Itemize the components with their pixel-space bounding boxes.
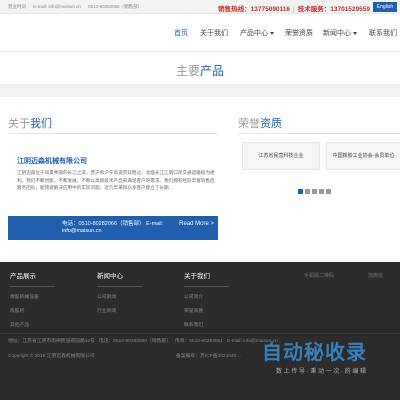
wechat-label: 加微信	[368, 273, 384, 279]
footer-col-news: 新闻中心 公司新闻 行业新闻	[97, 270, 142, 321]
footer-col-products: 产品展示 橡胶机械设备 炼胶机 其他产品	[10, 270, 55, 335]
nav-about[interactable]: 关于我们	[200, 28, 228, 38]
company-name: 江阴迈森机械有限公司	[17, 158, 87, 165]
nav-honors[interactable]: 荣誉资质	[285, 28, 313, 38]
watermark: 自动秘收录 数 上 传 导 · 秉 动 一 次 · 的 编 辑	[262, 336, 400, 380]
footer-col-title: 产品展示	[10, 273, 36, 280]
footer-link[interactable]: 联系我们	[184, 321, 229, 328]
about-text: 江阴迈森位于风景秀丽的长江之滨，苏沪和沪宁高速贯穿而过，北临长江江阴口岸交通运输…	[17, 170, 215, 191]
footer-col-title: 关于我们	[184, 273, 210, 280]
carousel-dots	[298, 181, 333, 199]
footer-col-about: 关于我们 公司简介 荣誉资质 联系我们	[184, 270, 229, 335]
nav-products[interactable]: 产品中心	[240, 28, 274, 38]
honor-card[interactable]: 江苏省民营科技企业	[242, 142, 320, 170]
mobile-qr-label: 手机版二维码	[304, 273, 335, 279]
top-email[interactable]: E-mail: info@maisun.cn	[33, 4, 81, 9]
top-bar: 营业时间 E-mail: info@maisun.cn 0510-8028206…	[0, 0, 400, 14]
chevron-down-icon	[270, 31, 274, 35]
nav-news-label: 新闻中心	[323, 30, 351, 37]
footer-col-divider	[10, 286, 55, 287]
nav-home[interactable]: 首页	[174, 28, 188, 38]
footer-col-divider	[184, 286, 229, 287]
hotline-label: 销售热线：	[218, 6, 251, 13]
top-phone: 0510-80282066（销售部）	[88, 4, 143, 9]
about-divider	[8, 133, 218, 134]
carousel-dot[interactable]	[326, 189, 331, 194]
tech-label: 技术服务：	[297, 6, 331, 13]
carousel-dot[interactable]	[319, 189, 324, 194]
nav-divider	[0, 51, 400, 52]
footer-col-divider	[97, 286, 142, 287]
honor-title-plain: 荣誉	[238, 118, 260, 130]
nav-news[interactable]: 新闻中心	[323, 28, 357, 38]
watermark-tagline: 数 上 传 导 · 秉 动 一 次 · 的 编 辑	[276, 369, 367, 375]
tech-number[interactable]: 13701529559	[330, 6, 370, 13]
footer-link[interactable]: 其他产品	[10, 321, 55, 328]
footer-divider	[0, 333, 400, 334]
nav-contact[interactable]: 联系我们	[369, 28, 397, 38]
business-hours: 营业时间	[8, 4, 26, 9]
footer-link[interactable]: 公司简介	[184, 293, 229, 300]
chevron-down-icon	[353, 31, 357, 35]
about-section-title: 关于我们	[8, 115, 52, 131]
honor-card[interactable]: 中国橡胶工业协会-会员单位	[326, 142, 400, 170]
carousel-dot[interactable]	[312, 189, 317, 194]
honor-title-em: 资质	[260, 118, 282, 130]
products-title-plain: 主要	[175, 64, 200, 78]
footer-link[interactable]: 公司新闻	[97, 293, 142, 300]
footer-fax: 传真：0510-80282061	[174, 339, 223, 344]
contact-bar: 电话：0510-80282066（销售部） E-mail: info@maisu…	[8, 216, 218, 240]
honor-divider	[238, 133, 400, 134]
footer-contact-line: 地址：江苏省江阴市南闸街道观园路12号 电话：0510-80282066（销售部…	[8, 337, 278, 344]
english-button[interactable]: English	[373, 2, 397, 12]
hotlines: 销售热线：13775090116 | 技术服务：13701529559	[218, 6, 370, 13]
carousel-dot[interactable]	[305, 189, 310, 194]
footer-col-title: 新闻中心	[97, 273, 123, 280]
footer-tel: 电话：0510-80282066（销售部）	[98, 339, 171, 344]
footer-link[interactable]: 炼胶机	[10, 307, 55, 314]
footer-link[interactable]: 荣誉资质	[184, 307, 229, 314]
footer-address: 地址：江苏省江阴市南闸街道观园路12号	[8, 339, 95, 344]
footer-icp[interactable]: 备案编号：苏ICP备2021040…	[176, 352, 241, 359]
about-title-plain: 关于	[8, 118, 30, 130]
top-bar-contact: 营业时间 E-mail: info@maisun.cn 0510-8028206…	[8, 4, 148, 10]
nav-products-label: 产品中心	[240, 30, 268, 37]
carousel-dot[interactable]	[298, 189, 303, 194]
footer-link[interactable]: 行业新闻	[97, 307, 142, 314]
main-nav: 首页 关于我们 产品中心 荣誉资质 新闻中心 联系我们	[0, 28, 400, 44]
footer-copyright: Copyright © 2018 江阴迈森机械有限公司	[8, 354, 95, 359]
contact-bar-text: 电话：0510-80282066（销售部） E-mail: info@maisu…	[62, 221, 164, 234]
read-more-link[interactable]: Read More >	[179, 221, 214, 227]
honor-section-title: 荣誉资质	[238, 115, 282, 131]
products-band	[0, 84, 400, 97]
footer-link[interactable]: 橡胶机械设备	[10, 293, 55, 300]
about-title-em: 我们	[30, 118, 52, 130]
hotline-number[interactable]: 13775090116	[251, 6, 290, 13]
watermark-logo: 自动秘收录	[262, 342, 367, 364]
products-title-em: 产品	[200, 64, 225, 78]
products-section-title: 主要产品	[0, 62, 400, 79]
